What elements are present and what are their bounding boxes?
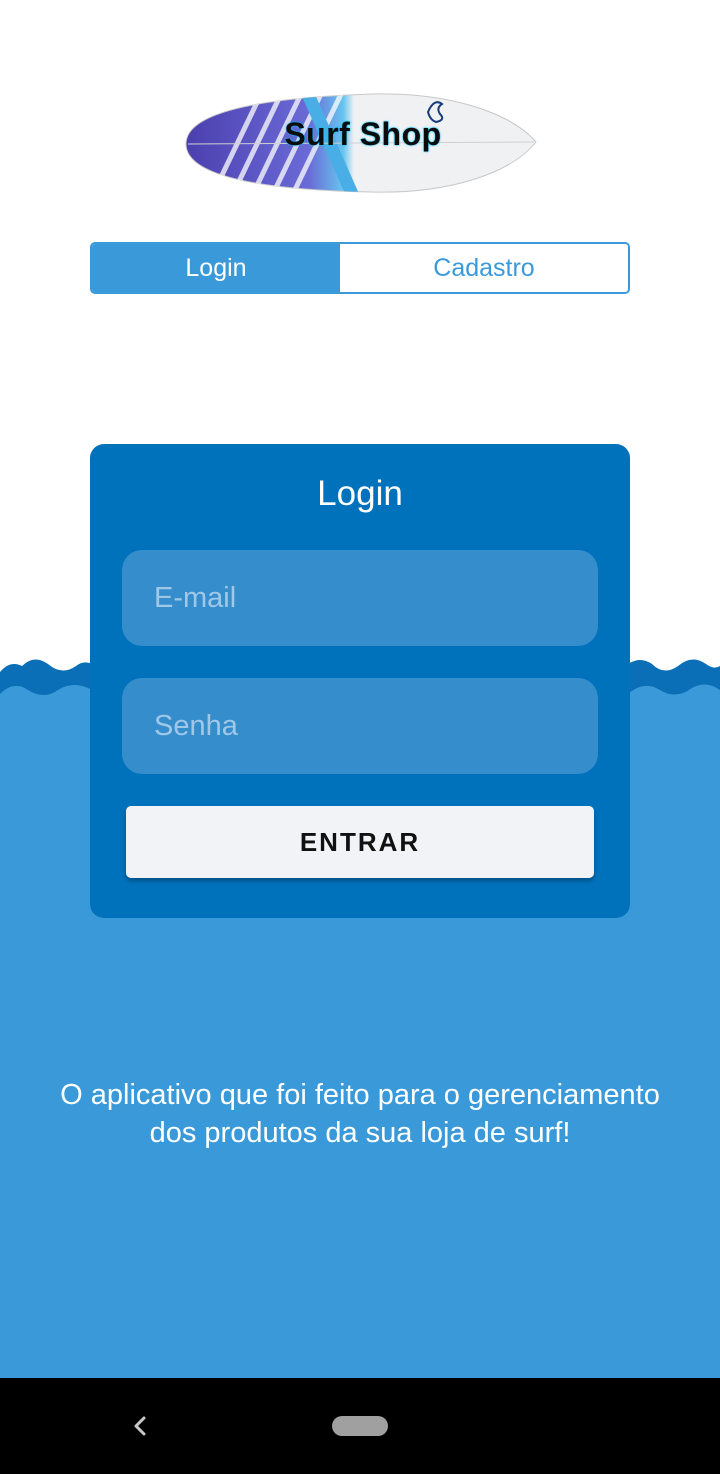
login-card-title: Login [317,474,403,513]
password-field-container [122,678,598,774]
chevron-left-icon[interactable] [124,1408,156,1444]
auth-tabs: Login Cadastro [90,242,630,294]
home-pill-icon[interactable] [332,1416,388,1436]
surf-shop-logo: Surf Shop [182,92,538,196]
login-card: Login ENTRAR [90,444,630,918]
logo-text: Surf Shop [284,116,442,152]
tab-cadastro[interactable]: Cadastro [340,244,628,292]
app-tagline: O aplicativo que foi feito para o gerenc… [60,1079,660,1149]
email-field-container [122,550,598,646]
email-input[interactable] [154,581,598,615]
tab-login[interactable]: Login [92,244,340,292]
entrar-button[interactable]: ENTRAR [126,806,594,878]
password-input[interactable] [154,709,598,743]
